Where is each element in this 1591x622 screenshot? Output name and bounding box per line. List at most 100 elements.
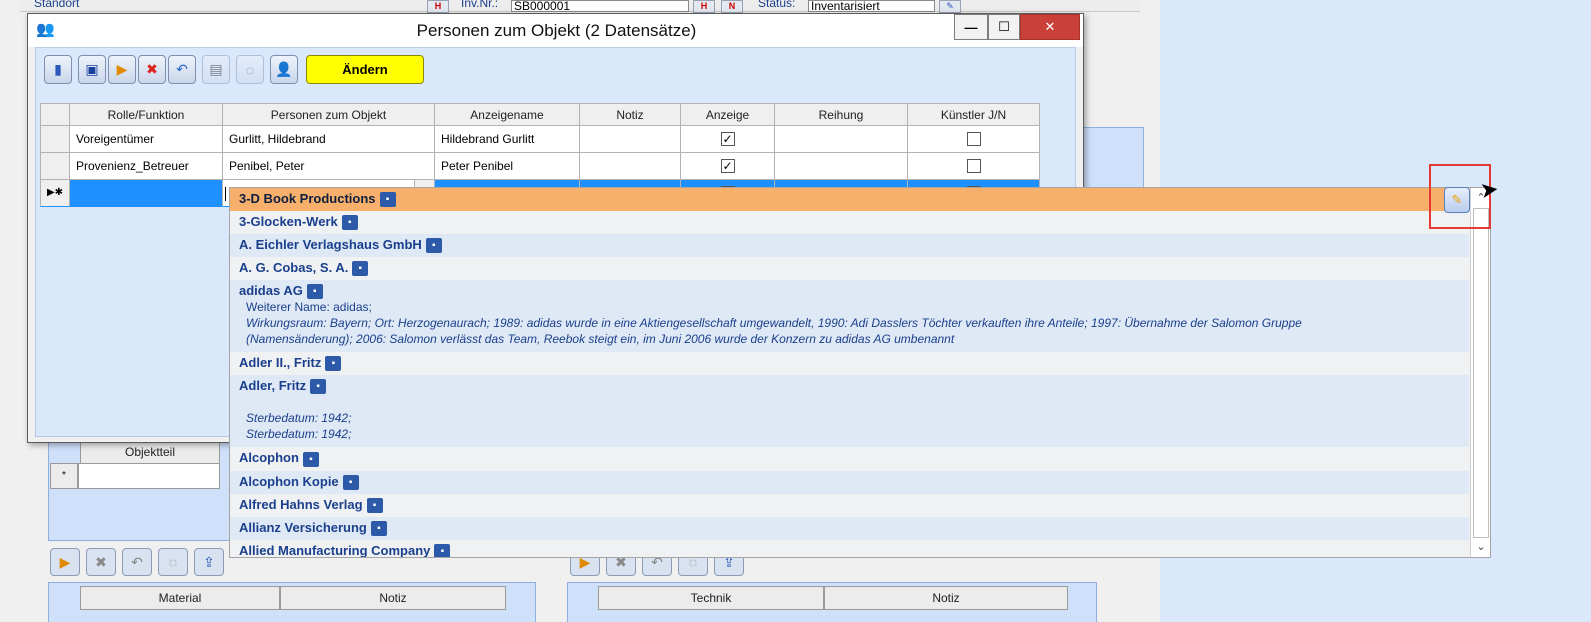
cell-rolle[interactable]: Provenienz_Betreuer — [70, 153, 223, 180]
text-caret — [225, 186, 226, 201]
contact-card-icon: ▪ — [325, 356, 342, 372]
header-personen[interactable]: Personen zum Objekt — [223, 103, 435, 126]
list-item[interactable]: Adler, Fritz ▪ Sterbedatum: 1942; Sterbed… — [230, 375, 1469, 448]
list-item-name: A. G. Cobas, S. A. — [239, 260, 349, 276]
delete-button[interactable]: ✖ — [138, 55, 166, 84]
list-item-name: Alcophon Kopie — [239, 473, 339, 489]
background-tool-icon[interactable]: H — [427, 0, 449, 13]
list-item[interactable]: 3-Glocken-Werk ▪ — [230, 211, 1469, 234]
kuenstler-checkbox[interactable] — [966, 158, 981, 173]
new-record-button[interactable]: ▶ — [108, 55, 136, 84]
contact-card-icon: ▪ — [352, 261, 369, 277]
list-item[interactable]: Allianz Versicherung ▪ — [230, 516, 1469, 540]
maximize-icon: ☐ — [998, 19, 1010, 34]
list-item[interactable]: 3-D Book Productions ▪ — [230, 188, 1469, 212]
person-dropdown-list: 3-D Book Productions ▪ 3-Glocken-Werk ▪ A.… — [229, 187, 1491, 558]
description-line: Sterbedatum: 1942; — [246, 427, 352, 442]
kuenstler-checkbox[interactable] — [966, 131, 981, 146]
description-line: Sterbedatum: 1942; — [246, 411, 352, 426]
dropdown-scrollbar[interactable]: ⌃ ⌄ — [1470, 188, 1490, 557]
header-rolle[interactable]: Rolle/Funktion — [70, 103, 223, 126]
description-line: (Namensänderung); 2006: Salomon verlässt… — [246, 332, 955, 347]
background-n-icon[interactable]: N — [721, 0, 743, 13]
new-cell-rolle[interactable] — [70, 180, 223, 207]
contact-card-icon: ▪ — [434, 543, 451, 557]
cell-anzeigename[interactable]: Hildebrand Gurlitt — [435, 126, 580, 153]
status-field[interactable]: Inventarisiert — [808, 0, 935, 12]
invnr-field[interactable]: SB000001 — [511, 0, 689, 12]
background-edit-icon[interactable]: ✎ — [939, 0, 961, 13]
print-icon: ▤ — [209, 61, 223, 77]
minimize-icon: — — [964, 19, 978, 35]
objektteil-row-selector[interactable]: * — [50, 463, 78, 489]
delete-icon[interactable]: ✖ — [86, 548, 116, 576]
undo-icon[interactable]: ↶ — [122, 548, 152, 576]
close-button[interactable]: ✕ — [1020, 14, 1080, 40]
export-icon[interactable]: ⇪ — [194, 548, 224, 576]
header-anzeige[interactable]: Anzeige — [681, 103, 775, 126]
header-reihung[interactable]: Reihung — [775, 103, 908, 126]
list-item[interactable]: A. Eichler Verlagshaus GmbH ▪ — [230, 234, 1469, 258]
cell-rolle[interactable]: Voreigentümer — [70, 126, 223, 153]
delete-icon: ✖ — [146, 61, 158, 77]
list-item[interactable]: Allied Manufacturing Company ▪ — [230, 540, 1469, 558]
new-record-indicator-icon: ▶✱ — [46, 187, 64, 198]
undo-button[interactable]: ↶ — [168, 55, 196, 84]
row-selector[interactable] — [40, 153, 70, 180]
new-record-icon[interactable]: ▶ — [50, 548, 80, 576]
new-row-selector[interactable]: ▶✱ — [40, 180, 70, 207]
header-notiz[interactable]: Notiz — [580, 103, 681, 126]
contact-card-icon: ▪ — [425, 238, 442, 254]
material-header: Material — [80, 586, 280, 610]
list-item-name: Allied Manufacturing Company — [239, 542, 431, 558]
cell-person[interactable]: Penibel, Peter — [223, 153, 435, 180]
save-button[interactable]: ▣ — [78, 55, 106, 84]
list-item[interactable]: Alfred Hahns Verlag ▪ — [230, 494, 1469, 517]
cell-kuenstler[interactable] — [908, 153, 1040, 180]
contact-card-icon: ▪ — [302, 451, 319, 467]
row-selector[interactable] — [40, 126, 70, 153]
dialog-titlebar[interactable]: 👥 Personen zum Objekt (2 Datensätze) — ☐… — [28, 14, 1083, 47]
anzeige-checkbox[interactable]: ✓ — [720, 131, 735, 146]
cell-anzeige[interactable]: ✓ — [681, 126, 775, 153]
objektteil-new-cell[interactable] — [78, 463, 220, 489]
exit-button[interactable]: ▮ — [44, 55, 72, 84]
cell-notiz[interactable] — [580, 126, 681, 153]
header-row-selector[interactable] — [40, 103, 70, 126]
list-item[interactable]: Adler II., Fritz ▪ — [230, 352, 1469, 375]
cell-kuenstler[interactable] — [908, 126, 1040, 153]
chevron-down-icon[interactable]: ⌄ — [1471, 539, 1490, 555]
list-item-description: Weiterer Name: adidas; Wirkungsraum: Bay… — [239, 299, 1469, 347]
list-item[interactable]: Alcophon ▪ — [230, 447, 1469, 470]
list-item[interactable]: A. G. Cobas, S. A. ▪ — [230, 257, 1469, 280]
material-toolbar: ▶ ✖ ↶ ◌ ⇪ — [50, 548, 224, 576]
cell-notiz[interactable] — [580, 153, 681, 180]
objektteil-header: Objektteil — [80, 440, 220, 464]
cell-anzeige[interactable]: ✓ — [681, 153, 775, 180]
background-tool-icon[interactable]: H — [693, 0, 715, 13]
person-icon: 👤 — [275, 61, 293, 77]
person-button[interactable]: 👤 — [270, 55, 298, 84]
list-item[interactable]: Alcophon Kopie ▪ — [230, 470, 1469, 494]
cell-reihung[interactable] — [775, 153, 908, 180]
list-item-name: adidas AG — [239, 283, 303, 299]
save-icon: ▣ — [85, 61, 99, 77]
aendern-button[interactable]: Ändern — [306, 55, 424, 84]
list-item[interactable]: adidas AG ▪ Weiterer Name: adidas; Wirkun… — [230, 280, 1469, 353]
objektteil-grid-header: Objektteil — [80, 440, 220, 464]
list-item-name: Alfred Hahns Verlag — [239, 496, 363, 512]
list-item-name: Alcophon — [239, 450, 299, 466]
header-kuenstler[interactable]: Künstler J/N — [908, 103, 1040, 126]
minimize-button[interactable]: — — [954, 14, 988, 40]
cell-reihung[interactable] — [775, 126, 908, 153]
print-button[interactable]: ▤ — [202, 55, 230, 84]
header-anzeigename[interactable]: Anzeigename — [435, 103, 580, 126]
anzeige-checkbox[interactable]: ✓ — [720, 158, 735, 173]
comment-icon[interactable]: ◌ — [158, 548, 188, 576]
maximize-button[interactable]: ☐ — [988, 14, 1020, 40]
cell-person[interactable]: Gurlitt, Hildebrand — [223, 126, 435, 153]
list-item-name: A. Eichler Verlagshaus GmbH — [239, 237, 422, 253]
scrollbar-thumb[interactable] — [1473, 208, 1489, 538]
comment-button[interactable]: ◌ — [236, 55, 264, 84]
cell-anzeigename[interactable]: Peter Penibel — [435, 153, 580, 180]
